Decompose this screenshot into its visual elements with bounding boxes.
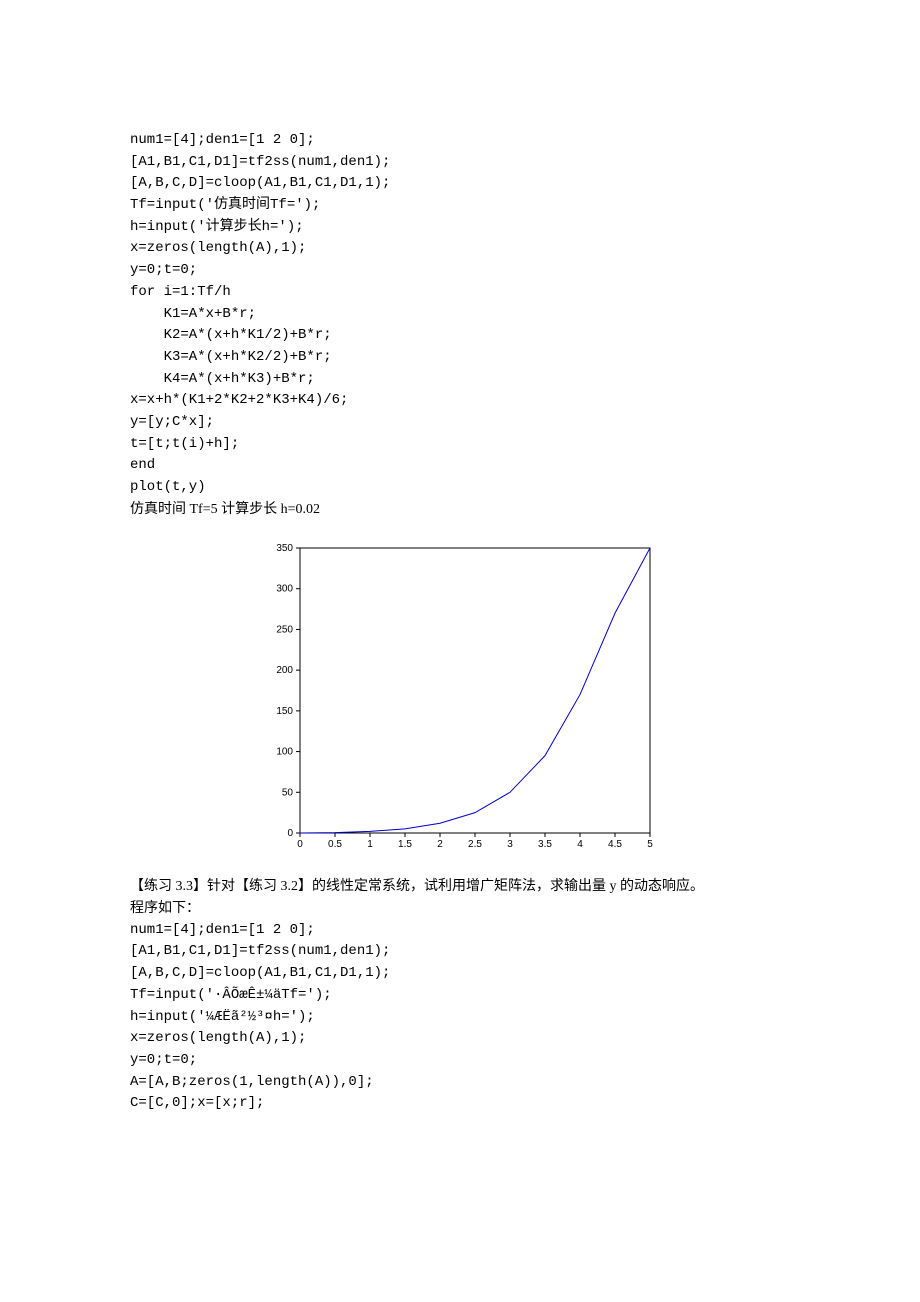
svg-text:100: 100 xyxy=(276,747,293,758)
code-block-2: num1=[4];den1=[1 2 0]; [A1,B1,C1,D1]=tf2… xyxy=(130,920,790,1115)
svg-text:5: 5 xyxy=(647,839,653,850)
svg-text:2: 2 xyxy=(437,839,443,850)
document-page: num1=[4];den1=[1 2 0]; [A1,B1,C1,D1]=tf2… xyxy=(0,0,920,1175)
svg-text:3.5: 3.5 xyxy=(538,839,552,850)
svg-text:0: 0 xyxy=(297,839,303,850)
svg-text:150: 150 xyxy=(276,706,293,717)
svg-text:1.5: 1.5 xyxy=(398,839,412,850)
svg-text:2.5: 2.5 xyxy=(468,839,482,850)
svg-text:3: 3 xyxy=(507,839,513,850)
simulation-params: 仿真时间 Tf=5 计算步长 h=0.02 xyxy=(130,499,790,521)
chart-container: 00.511.522.533.544.550501001502002503003… xyxy=(130,538,790,858)
code-block-1: num1=[4];den1=[1 2 0]; [A1,B1,C1,D1]=tf2… xyxy=(130,130,790,499)
svg-text:300: 300 xyxy=(276,584,293,595)
svg-text:0: 0 xyxy=(287,828,293,839)
svg-text:1: 1 xyxy=(367,839,373,850)
svg-text:200: 200 xyxy=(276,666,293,677)
line-chart: 00.511.522.533.544.550501001502002503003… xyxy=(260,538,660,858)
svg-text:0.5: 0.5 xyxy=(328,839,342,850)
svg-text:350: 350 xyxy=(276,543,293,554)
svg-text:4.5: 4.5 xyxy=(608,839,622,850)
exercise-text: 【练习 3.3】针对【练习 3.2】的线性定常系统，试利用增广矩阵法，求输出量 … xyxy=(130,876,790,898)
program-label: 程序如下： xyxy=(130,898,790,920)
svg-text:50: 50 xyxy=(282,788,294,799)
svg-text:250: 250 xyxy=(276,625,293,636)
svg-text:4: 4 xyxy=(577,839,583,850)
